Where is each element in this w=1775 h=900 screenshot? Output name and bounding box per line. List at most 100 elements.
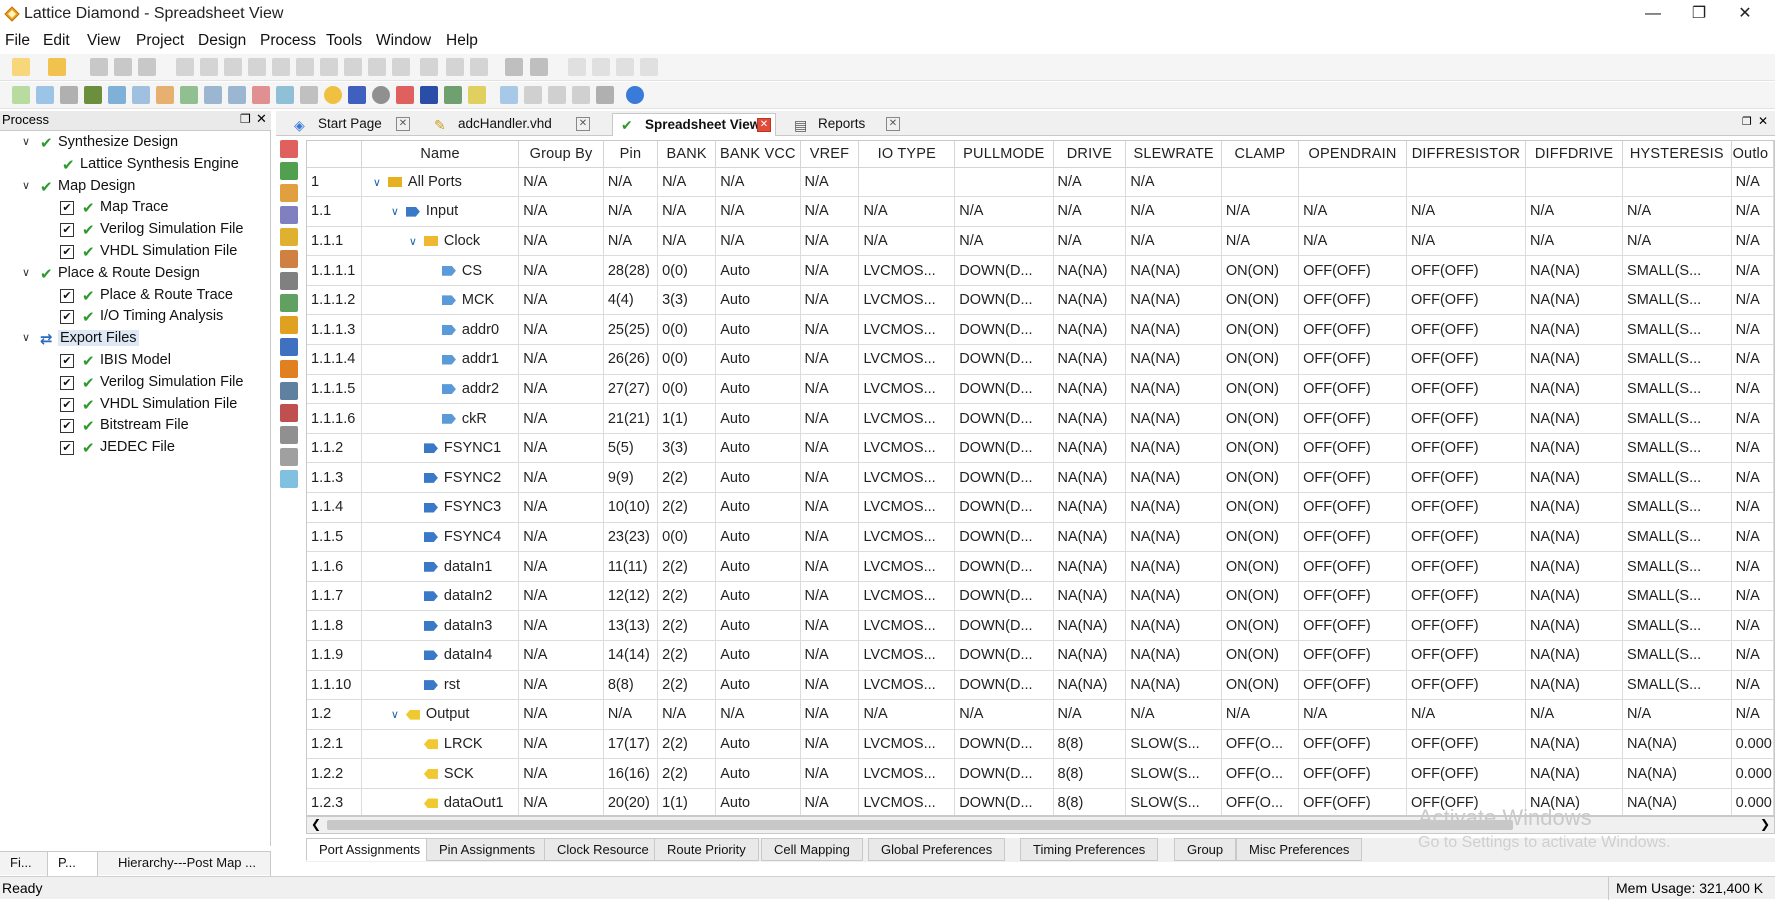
table-cell[interactable]: 0.000	[1731, 758, 1774, 789]
table-cell[interactable]: N/A	[800, 196, 860, 227]
table-cell[interactable]: 1(1)	[657, 788, 717, 815]
a-icon[interactable]	[420, 86, 438, 104]
table-cell[interactable]: 2(2)	[657, 492, 717, 523]
table-cell[interactable]: LVCMOS...	[858, 522, 956, 553]
table-cell[interactable]: LVCMOS...	[858, 462, 956, 494]
table-cell[interactable]: OFF(OFF)	[1406, 255, 1527, 286]
table-cell[interactable]: OFF(OFF)	[1406, 729, 1527, 760]
table-cell[interactable]: N/A	[1731, 551, 1774, 582]
table-cell[interactable]: 21(21)	[603, 403, 659, 434]
side-tool-icon[interactable]	[280, 250, 298, 268]
play-icon[interactable]	[568, 58, 586, 76]
table-cell[interactable]: N/A	[1731, 522, 1774, 553]
table-cell[interactable]: N/A	[1221, 226, 1300, 257]
step-icon[interactable]	[592, 58, 610, 76]
table-cell[interactable]: N/A	[800, 285, 860, 316]
table-cell[interactable]: NA(NA)	[1125, 492, 1222, 523]
floorplan-icon[interactable]	[108, 86, 126, 104]
table-cell[interactable]: OFF(OFF)	[1298, 522, 1407, 553]
table-cell[interactable]: DOWN(D...	[954, 314, 1054, 346]
process-item[interactable]: ✔ ✔ Verilog Simulation File	[0, 219, 271, 241]
table-cell[interactable]: NA(NA)	[1053, 551, 1127, 582]
restore-button[interactable]: ❐	[1676, 0, 1722, 30]
step-checkbox[interactable]: ✔	[60, 288, 74, 303]
expand-arrow-icon[interactable]: ∨	[388, 202, 402, 222]
process-item[interactable]: ✔ ✔ JEDEC File	[0, 437, 271, 459]
side-tool-icon[interactable]	[280, 404, 298, 422]
table-cell[interactable]: NA(NA)	[1053, 403, 1127, 434]
menu-design[interactable]: Design	[198, 32, 246, 50]
table-cell[interactable]: SMALL(S...	[1622, 314, 1732, 346]
table-cell[interactable]: N/A	[800, 522, 860, 553]
table-cell[interactable]: N/A	[800, 670, 860, 701]
table-cell[interactable]: N/A	[800, 758, 860, 789]
table-cell[interactable]: N/A	[1731, 374, 1774, 405]
table-cell[interactable]: ON(ON)	[1221, 522, 1300, 553]
table-cell[interactable]: ON(ON)	[1221, 492, 1300, 523]
port-name-cell[interactable]: FSYNC3	[361, 492, 520, 523]
table-cell[interactable]: DOWN(D...	[954, 285, 1054, 316]
table-cell[interactable]: LVCMOS...	[858, 374, 956, 405]
table-cell[interactable]: NA(NA)	[1125, 374, 1222, 405]
table-cell[interactable]: SMALL(S...	[1622, 403, 1732, 434]
table-cell[interactable]: 12(12)	[603, 581, 659, 612]
table-cell[interactable]: N/A	[800, 788, 860, 815]
table-cell[interactable]: 2(2)	[657, 462, 717, 494]
minimize-button[interactable]: —	[1630, 0, 1676, 30]
table-cell[interactable]: N/A	[603, 196, 659, 227]
table-cell[interactable]: NA(NA)	[1125, 670, 1222, 701]
table-cell[interactable]: ON(ON)	[1221, 462, 1300, 494]
ipexpress-icon[interactable]	[324, 86, 342, 104]
table-cell[interactable]: N/A	[800, 255, 860, 286]
window-cascade-icon[interactable]	[446, 58, 464, 76]
table-cell[interactable]: N/A	[1406, 226, 1527, 257]
table-cell[interactable]: NA(NA)	[1525, 285, 1624, 316]
table-cell[interactable]: 4(4)	[603, 285, 659, 316]
table-cell[interactable]: ON(ON)	[1221, 285, 1300, 316]
table-cell[interactable]: N/A	[518, 196, 604, 227]
table-cell[interactable]: N/A	[1731, 610, 1774, 641]
table-cell[interactable]: LVCMOS...	[858, 758, 956, 789]
port-name-cell[interactable]: addr0	[361, 314, 520, 346]
table-cell[interactable]: NA(NA)	[1053, 581, 1127, 612]
table-cell[interactable]: N/A	[1731, 699, 1774, 730]
table-cell[interactable]: SMALL(S...	[1622, 581, 1732, 612]
table-cell[interactable]: NA(NA)	[1053, 344, 1127, 375]
table-cell[interactable]: 8(8)	[1053, 729, 1127, 760]
process-item[interactable]: ✔ ✔ Bitstream File	[0, 415, 271, 437]
port-name-cell[interactable]: ∨ Input	[361, 196, 520, 227]
table-cell[interactable]: OFF(OFF)	[1406, 640, 1527, 671]
table-cell[interactable]: OFF(OFF)	[1298, 670, 1407, 701]
table-cell[interactable]: OFF(OFF)	[1298, 374, 1407, 405]
port-name-cell[interactable]: dataIn3	[361, 610, 520, 641]
table-cell[interactable]: ON(ON)	[1221, 374, 1300, 405]
table-cell[interactable]: N/A	[1525, 226, 1624, 257]
column-header[interactable]: BANK VCC	[715, 141, 801, 168]
table-row[interactable]: 1.1.8 dataIn3 N/A 13(13) 2(2) Auto N/A LVCMOS..…	[307, 610, 1774, 641]
table-cell[interactable]: LVCMOS...	[858, 255, 956, 286]
table-cell[interactable]: 16(16)	[603, 758, 659, 789]
table-cell[interactable]: SMALL(S...	[1622, 285, 1732, 316]
table-cell[interactable]: Auto	[715, 285, 801, 316]
table-cell[interactable]: N/A	[1525, 196, 1624, 227]
step-checkbox[interactable]: ✔	[60, 375, 74, 390]
table-cell[interactable]: N/A	[518, 551, 604, 582]
column-header[interactable]: Pin	[603, 141, 659, 168]
table-cell[interactable]: ON(ON)	[1221, 314, 1300, 346]
wand-icon[interactable]	[468, 86, 486, 104]
process-item[interactable]: ✔ ✔ Verilog Simulation File	[0, 372, 271, 394]
table-cell[interactable]: LVCMOS...	[858, 640, 956, 671]
step-checkbox[interactable]: ✔	[60, 223, 74, 238]
new-file-icon[interactable]	[12, 58, 30, 76]
table-cell[interactable]: OFF(OFF)	[1298, 581, 1407, 612]
table-cell[interactable]: N/A	[1298, 699, 1407, 730]
table-cell[interactable]: NA(NA)	[1125, 403, 1222, 434]
close-tab-icon[interactable]: ✕	[576, 117, 590, 131]
paste-icon[interactable]	[272, 58, 290, 76]
table-cell[interactable]: 14(14)	[603, 640, 659, 671]
table-cell[interactable]: 13(13)	[603, 610, 659, 641]
port-name-cell[interactable]: CS	[361, 255, 520, 286]
table-cell[interactable]: ON(ON)	[1221, 433, 1300, 464]
side-tool-icon[interactable]	[280, 162, 298, 180]
port-name-cell[interactable]: MCK	[361, 285, 520, 316]
